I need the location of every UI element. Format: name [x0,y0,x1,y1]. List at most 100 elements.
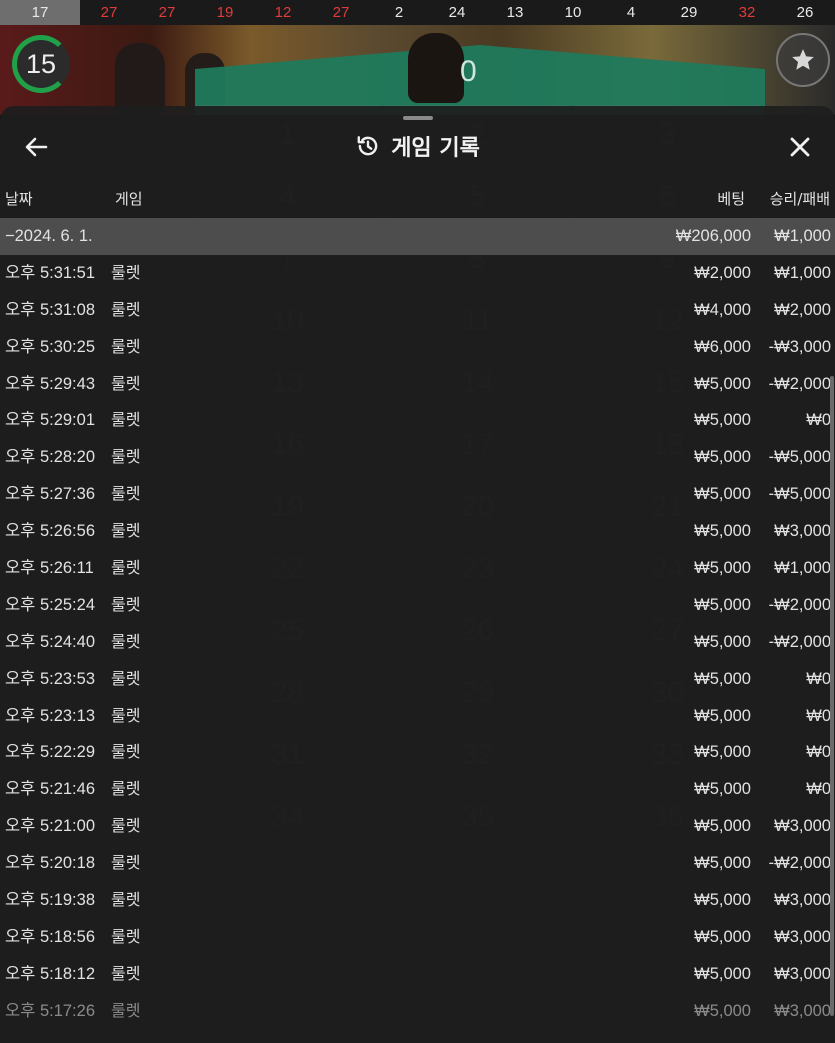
result-number: 13 [506,4,524,21]
row-win-loss: ₩1,000 [774,263,831,282]
favorite-button[interactable] [776,33,830,87]
back-button[interactable] [18,132,54,162]
result-number: 19 [216,4,234,21]
row-game: 룰렛 [111,668,141,688]
scrollbar[interactable] [830,376,834,1016]
arrow-left-icon [25,137,48,157]
row-bet: ₩5,000 [694,485,751,504]
history-row[interactable]: 오후 5:28:20 룰렛 ₩5,000 -₩5,000 [0,439,835,476]
history-row[interactable]: 오후 5:23:53 룰렛 ₩5,000 ₩0 [0,661,835,698]
history-row[interactable]: 오후 5:20:18 룰렛 ₩5,000 -₩2,000 [0,845,835,882]
column-game: 게임 [115,190,143,208]
row-bet: ₩5,000 [694,706,751,725]
history-row[interactable]: 오후 5:24:40 룰렛 ₩5,000 -₩2,000 [0,624,835,661]
row-game: 룰렛 [111,890,141,910]
row-win-loss: -₩3,000 [768,337,831,356]
row-bet: ₩5,000 [694,780,751,799]
row-game: 룰렛 [111,742,141,762]
history-row[interactable]: 오후 5:29:01 룰렛 ₩5,000 ₩0 [0,402,835,439]
table-header: 날짜 게임 베팅 승리/패배 [0,188,835,210]
row-time: 오후 5:20:18 [5,854,95,873]
history-row[interactable]: 오후 5:21:46 룰렛 ₩5,000 ₩0 [0,771,835,808]
history-row[interactable]: 오후 5:30:25 룰렛 ₩6,000 -₩3,000 [0,329,835,366]
result-number: 2 [394,4,404,21]
sheet-title: 게임 기록 [391,136,480,161]
history-row[interactable]: 오후 5:31:51 룰렛 ₩2,000 ₩1,000 [0,255,835,292]
row-game: 룰렛 [111,926,141,946]
row-bet: ₩5,000 [694,891,751,910]
close-button[interactable] [783,132,817,162]
history-row[interactable]: 오후 5:27:36 룰렛 ₩5,000 -₩5,000 [0,476,835,513]
history-row[interactable]: 오후 5:22:29 룰렛 ₩5,000 ₩0 [0,734,835,771]
row-bet: ₩5,000 [694,559,751,578]
row-win-loss: ₩0 [806,669,831,688]
row-time: 오후 5:29:01 [5,411,95,430]
row-win-loss: -₩2,000 [768,632,831,651]
countdown-timer: 15 [12,35,70,93]
history-row[interactable]: 오후 5:23:13 룰렛 ₩5,000 ₩0 [0,698,835,735]
row-bet: ₩2,000 [694,263,751,282]
row-win-loss: ₩3,000 [774,1001,831,1020]
row-bet: ₩5,000 [694,1001,751,1020]
game-history-sheet: 게임 기록 날짜 게임 베팅 승리/패배 −2024. 6. 1. ₩206,0… [0,106,835,1043]
row-win-loss: ₩3,000 [774,927,831,946]
history-row[interactable]: 오후 5:18:12 룰렛 ₩5,000 ₩3,000 [0,956,835,993]
row-game: 룰렛 [111,299,141,319]
history-row[interactable]: 오후 5:26:11 룰렛 ₩5,000 ₩1,000 [0,550,835,587]
row-game: 룰렛 [111,631,141,651]
row-bet: ₩6,000 [694,337,751,356]
row-win-loss: ₩3,000 [774,817,831,836]
row-bet: ₩5,000 [694,374,751,393]
row-game: 룰렛 [111,410,141,430]
result-number: 27 [332,4,350,21]
history-icon [357,136,378,156]
row-bet: ₩5,000 [694,448,751,467]
history-row[interactable]: 오후 5:17:26 룰렛 ₩5,000 ₩3,000 [0,993,835,1030]
row-time: 오후 5:30:25 [5,337,95,356]
day-bet-total: ₩206,000 [675,227,751,245]
row-win-loss: -₩2,000 [768,595,831,614]
row-time: 오후 5:31:51 [5,263,95,282]
history-row[interactable]: 오후 5:19:38 룰렛 ₩5,000 ₩3,000 [0,882,835,919]
row-game: 룰렛 [111,1000,141,1020]
row-win-loss: ₩1,000 [774,559,831,578]
row-game: 룰렛 [111,816,141,836]
history-row[interactable]: 오후 5:26:56 룰렛 ₩5,000 ₩3,000 [0,513,835,550]
history-row[interactable]: 오후 5:18:56 룰렛 ₩5,000 ₩3,000 [0,919,835,956]
history-row[interactable]: 오후 5:31:08 룰렛 ₩4,000 ₩2,000 [0,292,835,329]
row-time: 오후 5:26:56 [5,522,95,541]
player-silhouette [115,43,165,113]
row-bet: ₩5,000 [694,669,751,688]
history-row[interactable]: 오후 5:21:00 룰렛 ₩5,000 ₩3,000 [0,808,835,845]
result-number: 12 [274,4,292,21]
row-game: 룰렛 [111,521,141,541]
row-bet: ₩5,000 [694,927,751,946]
day-win-loss-total: ₩1,000 [774,227,831,245]
row-game: 룰렛 [111,853,141,873]
history-table[interactable]: −2024. 6. 1. ₩206,000 ₩1,000 오후 5:31:51 룰… [0,218,835,1030]
result-number: 26 [796,4,814,21]
row-bet: ₩5,000 [694,854,751,873]
history-row[interactable]: 오후 5:25:24 룰렛 ₩5,000 -₩2,000 [0,587,835,624]
result-number: 27 [158,4,176,21]
row-time: 오후 5:18:56 [5,927,95,946]
row-time: 오후 5:22:29 [5,743,95,762]
result-number: 10 [564,4,582,21]
history-row[interactable]: 오후 5:29:43 룰렛 ₩5,000 -₩2,000 [0,366,835,403]
row-win-loss: ₩0 [806,743,831,762]
day-group-row[interactable]: −2024. 6. 1. ₩206,000 ₩1,000 [0,218,835,255]
winning-number: 0 [460,55,477,88]
day-date: −2024. 6. 1. [5,227,93,245]
row-time: 오후 5:25:24 [5,595,95,614]
row-win-loss: ₩2,000 [774,300,831,319]
dealer-silhouette [408,33,464,103]
row-bet: ₩5,000 [694,595,751,614]
sheet-header: 게임 기록 [0,120,835,172]
column-win-loss: 승리/패배 [769,190,830,208]
result-number: 17 [0,0,80,25]
column-date: 날짜 [5,190,33,208]
row-game: 룰렛 [111,262,141,282]
row-game: 룰렛 [111,336,141,356]
row-win-loss: ₩0 [806,411,831,430]
row-win-loss: ₩3,000 [774,964,831,983]
